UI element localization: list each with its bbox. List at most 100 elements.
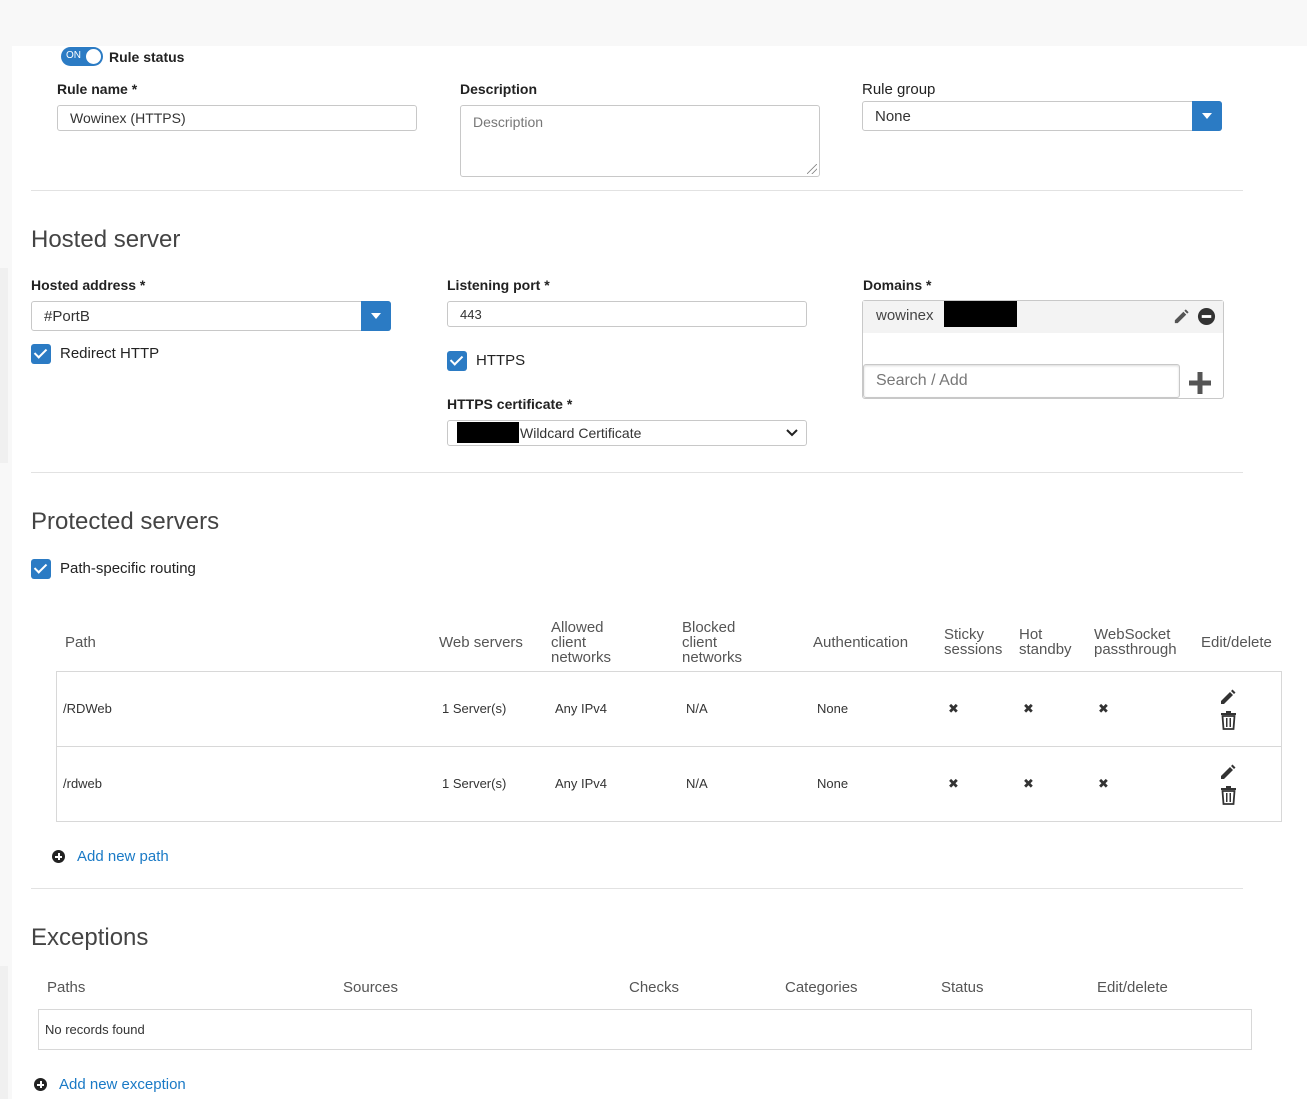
- hosted-address-label: Hosted address *: [31, 277, 146, 293]
- column-header-web-servers[interactable]: Web servers: [439, 635, 523, 650]
- cell-blocked: N/A: [686, 701, 708, 716]
- redacted-block: [944, 301, 1017, 327]
- x-mark-icon: ✖: [1023, 776, 1034, 791]
- minus-circle-icon[interactable]: [1197, 307, 1216, 326]
- rule-name-label: Rule name *: [57, 81, 138, 97]
- https-checkbox[interactable]: [447, 351, 467, 371]
- resize-grip-icon[interactable]: [807, 164, 817, 174]
- domains-search-placeholder: Search / Add: [876, 372, 968, 389]
- column-header-hot-standby[interactable]: Hot standby: [1019, 627, 1072, 657]
- rule-group-label: Rule group: [862, 81, 936, 98]
- rule-group-select[interactable]: None: [862, 101, 1222, 131]
- hosted-address-value: #PortB: [44, 307, 90, 325]
- cell-path: /RDWeb: [63, 701, 112, 716]
- header-line: Sticky: [944, 626, 985, 643]
- domain-value: wowinex: [876, 307, 934, 324]
- description-textarea[interactable]: Description: [460, 105, 820, 177]
- header-line: sessions: [944, 641, 1003, 658]
- x-mark-icon: ✖: [1098, 701, 1109, 716]
- toggle-knob: [86, 49, 101, 64]
- hosted-address-dropdown-button[interactable]: [361, 301, 391, 331]
- trash-icon[interactable]: [1220, 786, 1237, 805]
- pencil-icon[interactable]: [1218, 687, 1238, 707]
- pencil-icon[interactable]: [1172, 307, 1191, 326]
- hosted-server-title: Hosted server: [31, 226, 181, 253]
- plus-circle-icon[interactable]: [34, 1078, 47, 1091]
- column-header-authentication[interactable]: Authentication: [813, 635, 908, 650]
- https-certificate-label: HTTPS certificate *: [447, 396, 573, 412]
- header-line: passthrough: [1094, 641, 1177, 658]
- rule-status-toggle[interactable]: ON: [61, 47, 103, 66]
- trash-icon[interactable]: [1220, 711, 1237, 730]
- column-header-paths[interactable]: Paths: [47, 980, 85, 995]
- cell-authentication: None: [817, 776, 849, 791]
- header-line: WebSocket: [1094, 626, 1171, 643]
- exceptions-title: Exceptions: [31, 924, 149, 951]
- left-strip: [0, 46, 12, 1099]
- domains-box: wowinex Search / Add: [862, 300, 1224, 399]
- header-line: networks: [682, 649, 743, 666]
- x-mark-icon: ✖: [948, 701, 959, 716]
- rule-group-value: None: [875, 107, 911, 125]
- header-line: networks: [551, 649, 612, 666]
- chevron-down-icon: [1202, 113, 1212, 119]
- column-header-checks[interactable]: Checks: [629, 980, 679, 995]
- column-header-status[interactable]: Status: [941, 980, 984, 995]
- redacted-block: [457, 422, 519, 443]
- header-line: Hot: [1019, 626, 1043, 643]
- rule-group-dropdown-button[interactable]: [1192, 101, 1222, 131]
- https-certificate-value: Wildcard Certificate: [520, 425, 642, 441]
- rule-name-input[interactable]: Wowinex (HTTPS): [57, 105, 417, 131]
- hosted-address-select[interactable]: #PortB: [31, 301, 391, 331]
- column-header-sources[interactable]: Sources: [343, 980, 398, 995]
- domains-search-input[interactable]: Search / Add: [863, 364, 1180, 398]
- cell-allowed: Any IPv4: [555, 776, 608, 791]
- plus-icon[interactable]: [1188, 371, 1212, 395]
- domains-label: Domains *: [863, 277, 932, 293]
- divider: [31, 472, 1243, 473]
- cell-authentication: None: [817, 701, 849, 716]
- cell-web-servers[interactable]: 1 Server(s): [442, 776, 506, 791]
- path-routing-checkbox[interactable]: [31, 559, 51, 579]
- x-mark-icon: ✖: [948, 776, 959, 791]
- cell-web-servers[interactable]: 1 Server(s): [442, 701, 506, 716]
- redirect-http-checkbox[interactable]: [31, 344, 51, 364]
- add-new-exception-link[interactable]: Add new exception: [59, 1076, 186, 1093]
- column-header-exceptions-edit-delete: Edit/delete: [1097, 979, 1168, 996]
- listening-port-input[interactable]: 443: [447, 301, 807, 327]
- pencil-icon[interactable]: [1218, 762, 1238, 782]
- column-header-categories[interactable]: Categories: [785, 980, 858, 995]
- table-row[interactable]: /rdweb 1 Server(s) Any IPv4 N/A None ✖ ✖…: [57, 747, 1281, 821]
- table-row[interactable]: /RDWeb 1 Server(s) Any IPv4 N/A None ✖ ✖…: [57, 672, 1281, 746]
- domain-entry: wowinex: [863, 301, 1223, 333]
- listening-port-label: Listening port *: [447, 277, 550, 293]
- header-line: Blocked: [682, 619, 736, 636]
- redirect-http-label: Redirect HTTP: [60, 345, 160, 362]
- plus-circle-icon[interactable]: [52, 850, 65, 863]
- x-mark-icon: ✖: [1023, 701, 1034, 716]
- toggle-on-label: ON: [66, 50, 81, 61]
- rule-name-value: Wowinex (HTTPS): [70, 110, 186, 126]
- column-header-allowed[interactable]: Allowed client networks: [551, 620, 611, 665]
- protected-servers-title: Protected servers: [31, 508, 220, 535]
- left-strip-accent: [0, 268, 8, 463]
- top-bar: [0, 0, 1307, 46]
- cell-blocked: N/A: [686, 776, 708, 791]
- chevron-down-icon: [786, 429, 798, 437]
- rule-status-label: Rule status: [109, 49, 185, 65]
- https-label: HTTPS: [476, 352, 526, 369]
- exceptions-table: No records found: [38, 1009, 1252, 1050]
- column-header-sticky[interactable]: Sticky sessions: [944, 627, 1002, 657]
- column-header-edit-delete: Edit/delete: [1201, 634, 1272, 651]
- cell-allowed: Any IPv4: [555, 701, 608, 716]
- column-header-blocked[interactable]: Blocked client networks: [682, 620, 742, 665]
- cell-path: /rdweb: [63, 776, 103, 791]
- divider: [31, 888, 1243, 889]
- https-certificate-select[interactable]: Wildcard Certificate: [447, 420, 807, 446]
- header-line: client: [551, 634, 587, 651]
- empty-message: No records found: [45, 1022, 145, 1037]
- x-mark-icon: ✖: [1098, 776, 1109, 791]
- add-new-path-link[interactable]: Add new path: [77, 848, 169, 865]
- column-header-websocket[interactable]: WebSocket passthrough: [1094, 627, 1177, 657]
- column-header-path[interactable]: Path: [65, 635, 96, 650]
